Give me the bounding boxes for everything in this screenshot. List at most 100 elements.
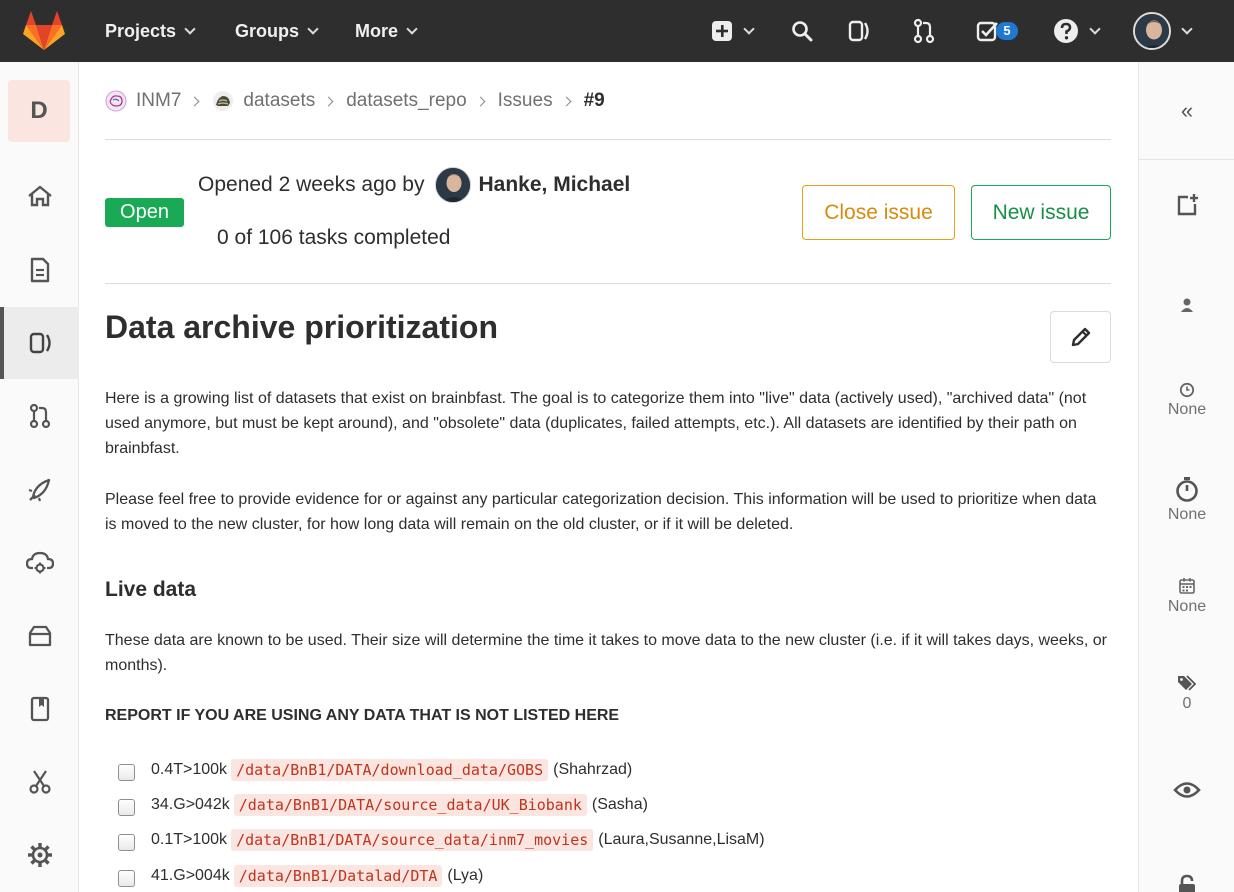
time-tracking-section[interactable]: None (1139, 475, 1234, 524)
task-list-item: 41.G>004k /data/BnB1/Datalad/DTA (Lya) (118, 863, 483, 889)
sidebar-item-wiki[interactable] (0, 673, 79, 745)
clock-icon (1179, 382, 1195, 398)
task-path: /data/BnB1/DATA/source_data/UK_Biobank (233, 794, 587, 816)
chevron-down-icon (307, 22, 319, 35)
project-avatar[interactable]: D (8, 80, 70, 142)
todo-count-badge: 5 (996, 22, 1018, 40)
breadcrumb-label: #9 (583, 90, 605, 111)
author-name-link[interactable]: Hanke, Michael (479, 173, 631, 197)
task-size: 0.4T>100k (151, 761, 228, 778)
datasets-group-logo (213, 91, 234, 111)
chevron-right-icon (189, 96, 200, 106)
sidebar-item-repository[interactable] (0, 234, 79, 306)
task-list-item: 0.4T>100k /data/BnB1/DATA/download_data/… (118, 757, 632, 783)
breadcrumb-datasets-repo[interactable]: datasets_repo (346, 90, 466, 112)
close-issue-button[interactable]: Close issue (802, 185, 955, 240)
tags-icon (1178, 675, 1197, 691)
report-notice: REPORT IF YOU ARE USING ANY DATA THAT IS… (105, 707, 620, 724)
notifications-toggle[interactable] (1139, 780, 1234, 803)
breadcrumb-label: datasets (243, 90, 316, 111)
live-data-heading: Live data (105, 578, 197, 601)
due-date-section[interactable]: None (1139, 577, 1234, 616)
due-date-value: None (1167, 598, 1207, 615)
new-dropdown-button[interactable] (706, 14, 758, 48)
sidebar-item-packages[interactable] (0, 600, 79, 672)
milestone-section[interactable]: None (1139, 382, 1234, 419)
chevron-down-icon (743, 22, 755, 35)
breadcrumb-issues[interactable]: Issues (498, 90, 553, 112)
breadcrumb-label: Issues (497, 90, 553, 111)
task-users: (Laura,Susanne,LisaM) (598, 831, 765, 848)
help-dropdown-button[interactable] (1050, 14, 1102, 48)
issues-nav-button[interactable] (846, 14, 874, 48)
task-checkbox[interactable] (118, 833, 135, 851)
todo-add-button[interactable] (1139, 192, 1234, 221)
search-icon (792, 21, 813, 42)
status-badge: Open (105, 198, 184, 227)
divider (105, 139, 1111, 140)
sidebar-item-snippets[interactable] (0, 746, 79, 818)
gitlab-logo-icon[interactable] (22, 10, 66, 52)
double-chevron-left-icon: « (1180, 97, 1194, 123)
issue-title: Data archive prioritization (105, 309, 498, 345)
breadcrumb-inm7[interactable]: INM7 (105, 90, 181, 112)
task-users: (Lya) (447, 867, 484, 884)
package-icon (28, 625, 51, 647)
merge-requests-nav-button[interactable] (910, 14, 938, 48)
projects-menu[interactable]: Projects (105, 0, 196, 62)
task-path: /data/BnB1/DATA/download_data/GOBS (231, 759, 549, 781)
task-checkbox[interactable] (118, 869, 135, 887)
top-navbar: Projects Groups More 5 (0, 0, 1234, 62)
project-sidebar: D (0, 62, 79, 892)
issue-right-sidebar: « None None None 0 (1138, 62, 1234, 892)
sidebar-item-project-overview[interactable] (0, 160, 79, 232)
search-button[interactable] (788, 14, 816, 48)
breadcrumb: INM7 datasets datasets_repo Issues #9 (105, 86, 605, 116)
task-checkbox[interactable] (118, 798, 135, 816)
sidebar-item-merge-requests[interactable] (0, 380, 79, 452)
task-size: 0.1T>100k (151, 831, 228, 848)
merge-request-icon (913, 18, 935, 44)
sidebar-item-settings[interactable] (0, 819, 79, 891)
issues-icon (29, 332, 51, 354)
document-icon (30, 257, 49, 283)
todos-button[interactable]: 5 (976, 14, 1026, 48)
collapse-sidebar-button[interactable]: « (1139, 62, 1234, 160)
book-icon (30, 696, 49, 722)
home-icon (27, 185, 52, 207)
breadcrumb-datasets[interactable]: datasets (212, 90, 315, 112)
groups-menu[interactable]: Groups (235, 0, 319, 62)
time-tracking-value: None (1167, 506, 1207, 523)
user-icon (1181, 298, 1193, 312)
labels-section[interactable]: 0 (1139, 674, 1234, 713)
task-path: /data/BnB1/Datalad/DTA (233, 865, 443, 887)
chevron-right-icon (323, 96, 334, 106)
sidebar-item-ci-cd[interactable] (0, 454, 79, 526)
todo-add-icon (1177, 194, 1198, 216)
assignee-section[interactable] (1139, 297, 1234, 316)
task-list-item: 34.G>042k /data/BnB1/DATA/source_data/UK… (118, 792, 648, 818)
author-avatar[interactable] (434, 167, 471, 203)
rocket-icon (28, 478, 50, 502)
task-list-item: 0.1T>100k /data/BnB1/DATA/source_data/in… (118, 827, 765, 853)
sidebar-item-issues[interactable] (0, 307, 79, 379)
task-path: /data/BnB1/DATA/source_data/inm7_movies (231, 829, 594, 851)
labels-count: 0 (1182, 695, 1192, 712)
new-issue-button[interactable]: New issue (971, 185, 1111, 240)
groups-menu-label: Groups (235, 20, 300, 41)
breadcrumb-issue-number[interactable]: #9 (584, 90, 605, 112)
issue-meta: Opened 2 weeks ago by Hanke, Michael (198, 167, 631, 203)
lock-section[interactable] (1139, 874, 1234, 892)
cloud-gear-icon (25, 551, 54, 574)
plus-square-icon (712, 21, 732, 41)
inm7-group-logo (105, 90, 127, 112)
lock-icon (1179, 874, 1195, 892)
user-menu-button[interactable] (1133, 12, 1197, 50)
calendar-icon (1179, 578, 1195, 594)
more-menu[interactable]: More (355, 0, 418, 62)
sidebar-item-operations[interactable] (0, 527, 79, 599)
chevron-down-icon (406, 22, 418, 35)
edit-title-button[interactable] (1050, 311, 1111, 363)
task-checkbox[interactable] (118, 763, 135, 781)
issues-icon (848, 20, 869, 42)
